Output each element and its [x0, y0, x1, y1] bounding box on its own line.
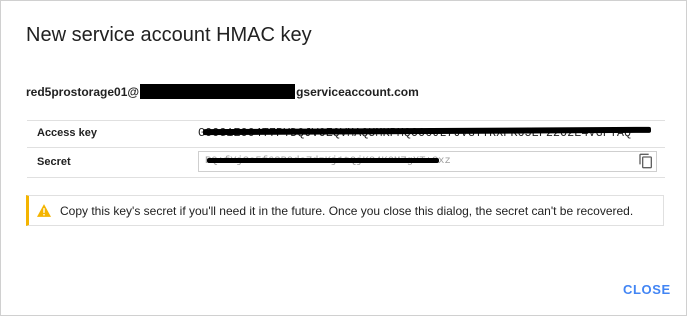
- copy-icon[interactable]: [638, 153, 654, 169]
- service-account-email: red5prostorage01@ gserviceaccount.com: [26, 84, 419, 99]
- warning-icon: [37, 204, 51, 217]
- warning-text: Copy this key's secret if you'll need it…: [60, 204, 634, 218]
- secret-redaction: [207, 158, 439, 163]
- account-email-suffix: gserviceaccount.com: [296, 84, 419, 99]
- close-button[interactable]: CLOSE: [613, 278, 681, 301]
- warning-banner: Copy this key's secret if you'll need it…: [26, 195, 664, 226]
- access-key-label: Access key: [37, 127, 97, 139]
- secret-field[interactable]: RQ+fYjSa5f63B9dcZdzKj1tQjK84KOMZgXT+Gxz: [198, 151, 657, 172]
- account-email-prefix: red5prostorage01@: [26, 84, 140, 99]
- secret-label: Secret: [37, 156, 71, 168]
- access-key-row: Access key GOOG1EO04T7PYDQJVOEQVMAQUMKPM…: [27, 121, 665, 148]
- key-details-table: Access key GOOG1EO04T7PYDQJVOEQVMAQUMKPM…: [27, 120, 665, 178]
- hmac-key-dialog: New service account HMAC key red5prostor…: [0, 0, 687, 316]
- redaction-bar: [140, 84, 296, 99]
- dialog-title: New service account HMAC key: [26, 24, 312, 46]
- secret-row: Secret RQ+fYjSa5f63B9dcZdzKj1tQjK84KOMZg…: [27, 148, 665, 178]
